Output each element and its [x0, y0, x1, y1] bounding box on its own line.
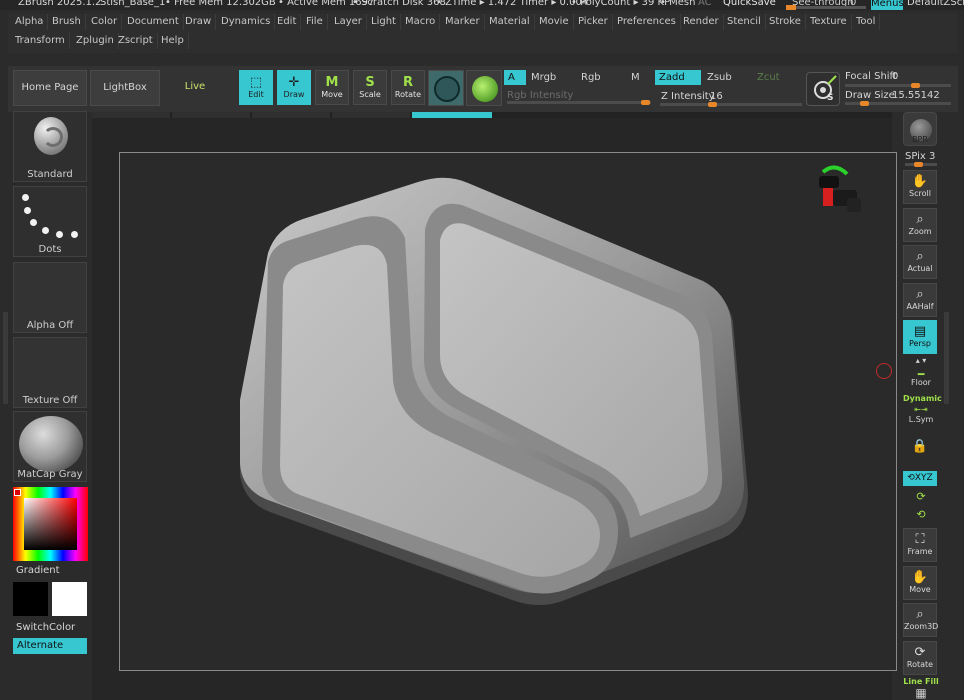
zoom-label: Zoom	[908, 227, 932, 236]
spix-label: SPix 3	[905, 151, 935, 162]
magnifier-icon: ⌕	[916, 607, 924, 622]
magnifier-icon: ⌕	[916, 249, 924, 264]
persp-button[interactable]: ▤ Persp	[903, 320, 937, 354]
scroll-label: Scroll	[909, 189, 931, 198]
y-rotate-icon[interactable]: ⟳	[903, 490, 939, 503]
bpr-label: BPR	[912, 135, 928, 144]
persp-options-icon[interactable]: ▴ ▾	[903, 356, 939, 365]
move-view-button[interactable]: ✋ Move	[903, 566, 937, 600]
perspective-grid-icon: ▤	[913, 324, 927, 339]
spix-knob[interactable]	[914, 162, 923, 167]
actual-label: Actual	[907, 264, 933, 273]
magnifier-icon: ⌕	[916, 212, 924, 227]
rotate-view-button[interactable]: ⟳ Rotate	[903, 641, 937, 675]
viewport-model	[240, 177, 748, 605]
rotate-view-label: Rotate	[906, 660, 934, 669]
rotate-view-icon: ⟳	[914, 645, 926, 660]
z-rotate-icon[interactable]: ⟲	[903, 508, 939, 521]
magnifier-icon: ⌕	[916, 287, 924, 302]
zoom3d-button[interactable]: ⌕ Zoom3D	[903, 603, 939, 637]
aahalf-button[interactable]: ⌕ AAHalf	[903, 283, 937, 317]
move-view-label: Move	[909, 585, 931, 594]
xyz-icon: ⟲	[907, 473, 915, 483]
line-fill-icon: ▦	[915, 686, 927, 700]
spix-label-text: SPix	[905, 151, 926, 162]
persp-label: Persp	[909, 339, 931, 348]
aahalf-label: AAHalf	[906, 302, 934, 311]
lsym-icon: ⇤⇥	[914, 405, 928, 414]
hand-icon: ✋	[911, 570, 929, 585]
frame-icon: ⛶	[915, 532, 925, 547]
frame-button[interactable]: ⛶ Frame	[903, 528, 937, 562]
zoom-button[interactable]: ⌕ Zoom	[903, 208, 937, 242]
floor-button[interactable]: Floor	[903, 378, 939, 387]
zoom3d-label: Zoom3D	[904, 622, 939, 631]
xyz-label: XYZ	[914, 473, 933, 483]
lock-icon: 🔒	[911, 439, 929, 454]
xyz-rotate-button[interactable]: ⟲XYZ	[903, 471, 937, 486]
frame-label: Frame	[907, 547, 933, 556]
brush-cursor-icon	[876, 363, 892, 379]
dynamic-label[interactable]: Dynamic	[903, 394, 942, 403]
bpr-button[interactable]: BPR	[903, 112, 937, 146]
actual-button[interactable]: ⌕ Actual	[903, 245, 937, 279]
lock-button[interactable]: 🔒	[903, 436, 937, 470]
orientation-gizmo-icon[interactable]	[813, 162, 863, 224]
lsym-button[interactable]: L.Sym	[903, 415, 939, 424]
line-fill-label[interactable]: Line Fill	[903, 677, 939, 686]
hand-icon: ✋	[911, 174, 929, 189]
scroll-button[interactable]: ✋ Scroll	[903, 170, 937, 204]
spix-value: 3	[929, 151, 936, 162]
